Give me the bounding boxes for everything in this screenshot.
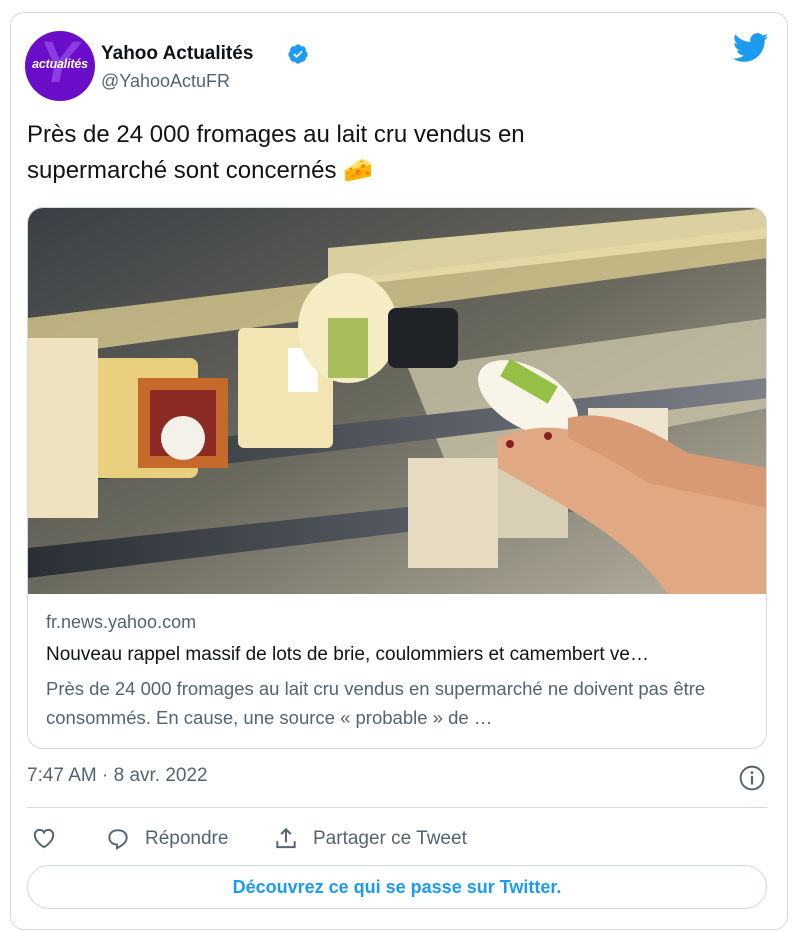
share-label: Partager ce Tweet bbox=[313, 828, 467, 849]
share-tweet-button[interactable]: Partager ce Tweet bbox=[273, 821, 467, 857]
discover-twitter-button[interactable]: Découvrez ce qui se passe sur Twitter. bbox=[27, 865, 767, 909]
divider bbox=[27, 807, 767, 808]
like-heart-icon[interactable] bbox=[31, 825, 57, 851]
author-name[interactable]: Yahoo Actualités bbox=[101, 43, 253, 65]
link-domain: fr.news.yahoo.com bbox=[46, 612, 197, 632]
tweet-actions: Répondre Partager ce Tweet bbox=[27, 821, 767, 857]
reply-label: Répondre bbox=[145, 828, 229, 849]
tweet-text-line-1: Près de 24 000 fromages au lait cru vend… bbox=[27, 121, 525, 148]
info-icon[interactable] bbox=[739, 765, 765, 791]
author-handle[interactable]: @YahooActuFR bbox=[101, 71, 230, 92]
reply-button[interactable]: Répondre bbox=[105, 821, 228, 857]
reply-bubble-icon bbox=[108, 829, 128, 850]
share-upload-icon bbox=[276, 827, 296, 849]
link-preview-card[interactable]: fr.news.yahoo.com Nouveau rappel massif … bbox=[27, 207, 767, 749]
tweet-text-line-2: supermarché sont concernés 🧀 bbox=[27, 157, 374, 184]
twitter-bird-icon[interactable] bbox=[733, 33, 769, 63]
avatar[interactable]: Y actualités bbox=[25, 31, 95, 101]
verified-badge-icon bbox=[288, 44, 308, 64]
link-title[interactable]: Nouveau rappel massif de lots de brie, c… bbox=[46, 644, 746, 666]
tweet-text: Près de 24 000 fromages au lait cru vend… bbox=[27, 117, 767, 189]
cheese-shelf-photo[interactable] bbox=[28, 208, 767, 594]
avatar-label: actualités bbox=[32, 57, 88, 71]
tweet-embed-card: Y actualités Yahoo Actualités @YahooActu… bbox=[10, 12, 788, 930]
link-description: Près de 24 000 fromages au lait cru vend… bbox=[46, 678, 706, 728]
tweet-timestamp[interactable]: 7:47 AM · 8 avr. 2022 bbox=[27, 765, 208, 787]
